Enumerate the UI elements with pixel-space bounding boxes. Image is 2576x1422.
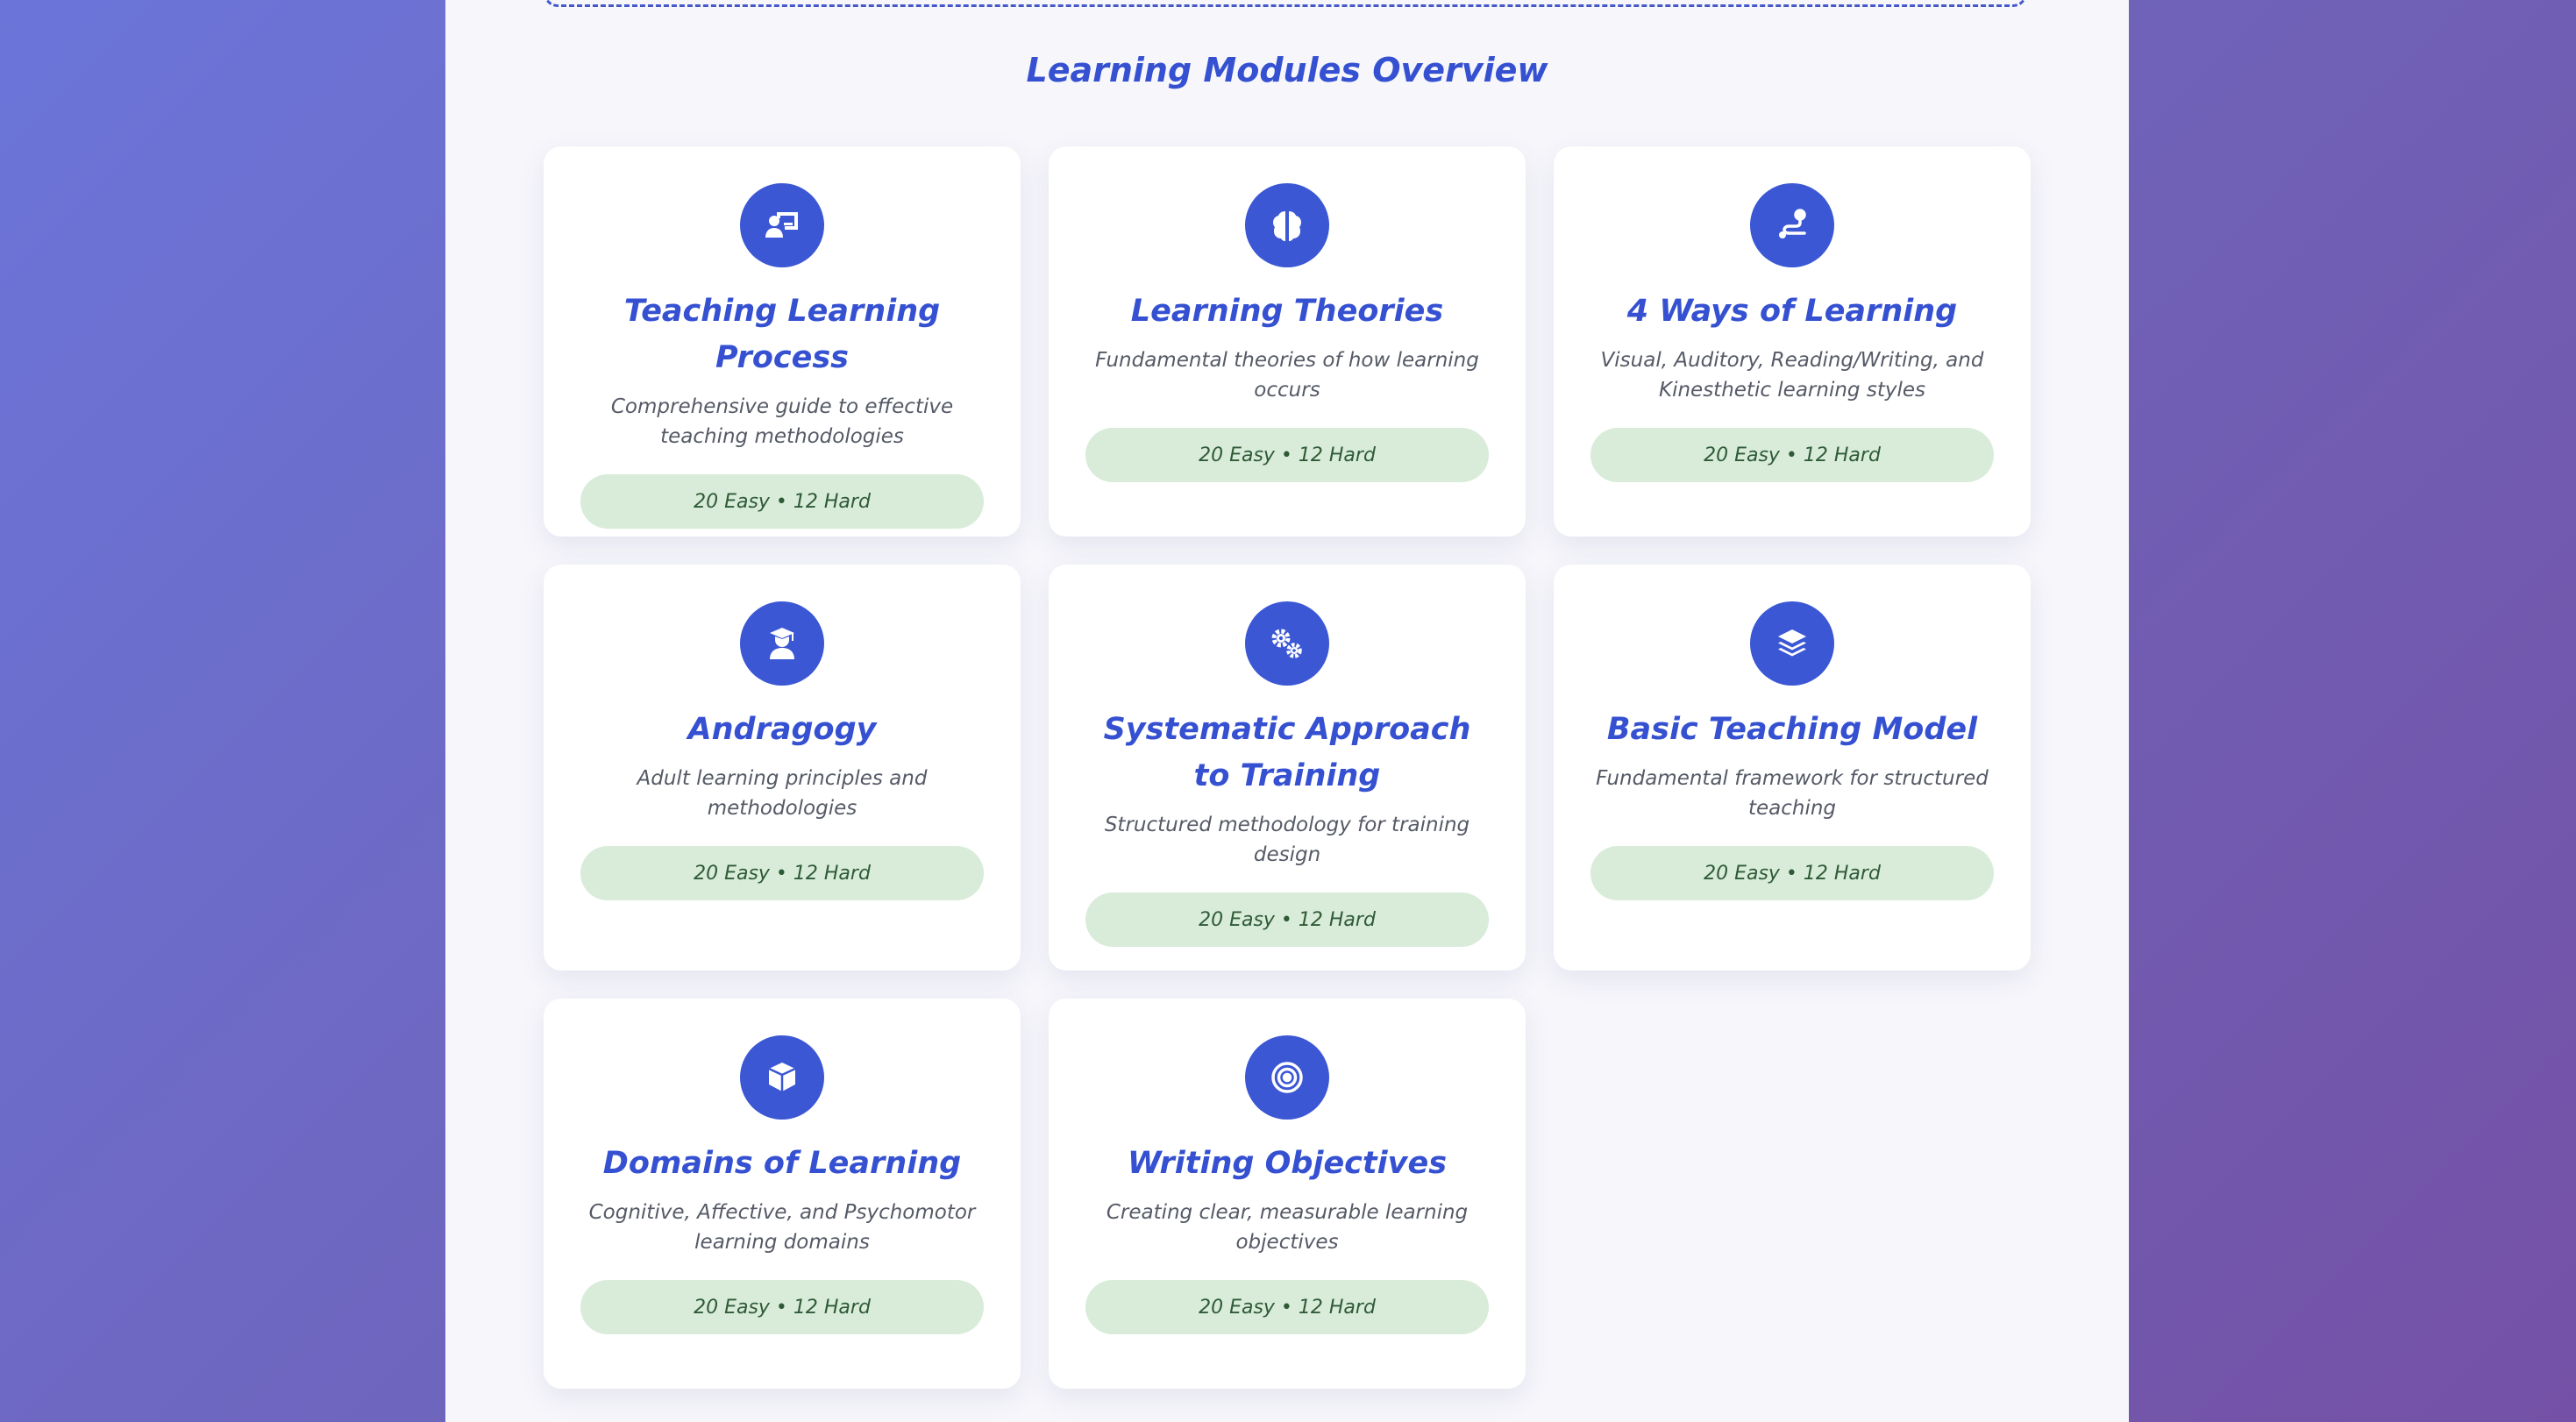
module-title: Andragogy	[687, 712, 877, 747]
cogs-icon	[1245, 601, 1329, 686]
graduate-user-icon	[740, 601, 824, 686]
layer-group-icon	[1750, 601, 1834, 686]
difficulty-badge: 20 Easy • 12 Hard	[580, 1280, 984, 1334]
module-description: Fundamental theories of how learning occ…	[1095, 349, 1479, 402]
dashed-container-bottom	[544, 0, 2027, 7]
route-icon	[1750, 183, 1834, 267]
difficulty-badge: 20 Easy • 12 Hard	[1085, 428, 1489, 482]
module-title: Teaching Learning Process	[623, 294, 941, 375]
module-description: Comprehensive guide to effective teachin…	[610, 395, 954, 448]
section-title: Learning Modules Overview	[1026, 51, 1548, 89]
module-card-learning-theories[interactable]: Learning Theories Fundamental theories o…	[1049, 146, 1526, 537]
module-card-writing-objectives[interactable]: Writing Objectives Creating clear, measu…	[1049, 999, 1526, 1389]
module-description: Visual, Auditory, Reading/Writing, and K…	[1600, 349, 1984, 402]
main-panel: Learning Modules Overview Teaching Learn…	[445, 0, 2129, 1422]
module-description: Structured methodology for training desi…	[1104, 814, 1470, 866]
difficulty-badge: 20 Easy • 12 Hard	[1590, 846, 1994, 900]
difficulty-badge: 20 Easy • 12 Hard	[1085, 1280, 1489, 1334]
module-card-teaching-learning-process[interactable]: Teaching Learning Process Comprehensive …	[544, 146, 1021, 537]
module-title: Systematic Approach to Training	[1103, 712, 1471, 793]
module-description: Adult learning principles and methodolog…	[637, 767, 928, 820]
module-title: Basic Teaching Model	[1606, 712, 1978, 747]
module-description: Fundamental framework for structured tea…	[1596, 767, 1989, 820]
module-title: Learning Theories	[1130, 294, 1444, 329]
module-card-domains-of-learning[interactable]: Domains of Learning Cognitive, Affective…	[544, 999, 1021, 1389]
module-card-andragogy[interactable]: Andragogy Adult learning principles and …	[544, 565, 1021, 971]
difficulty-badge: 20 Easy • 12 Hard	[580, 846, 984, 900]
cube-icon	[740, 1035, 824, 1120]
module-card-systematic-approach-to-training[interactable]: Systematic Approach to Training Structur…	[1049, 565, 1526, 971]
chalkboard-teacher-icon	[740, 183, 824, 267]
module-card-basic-teaching-model[interactable]: Basic Teaching Model Fundamental framewo…	[1554, 565, 2031, 971]
difficulty-badge: 20 Easy • 12 Hard	[580, 474, 984, 529]
difficulty-badge: 20 Easy • 12 Hard	[1590, 428, 1994, 482]
bullseye-icon	[1245, 1035, 1329, 1120]
module-description: Creating clear, measurable learning obje…	[1106, 1201, 1469, 1254]
module-title: Domains of Learning	[602, 1146, 962, 1181]
module-title: Writing Objectives	[1127, 1146, 1448, 1181]
module-description: Cognitive, Affective, and Psychomotor le…	[588, 1201, 976, 1254]
difficulty-badge: 20 Easy • 12 Hard	[1085, 892, 1489, 947]
module-title: 4 Ways of Learning	[1626, 294, 1958, 329]
brain-icon	[1245, 183, 1329, 267]
module-card-4-ways-of-learning[interactable]: 4 Ways of Learning Visual, Auditory, Rea…	[1554, 146, 2031, 537]
